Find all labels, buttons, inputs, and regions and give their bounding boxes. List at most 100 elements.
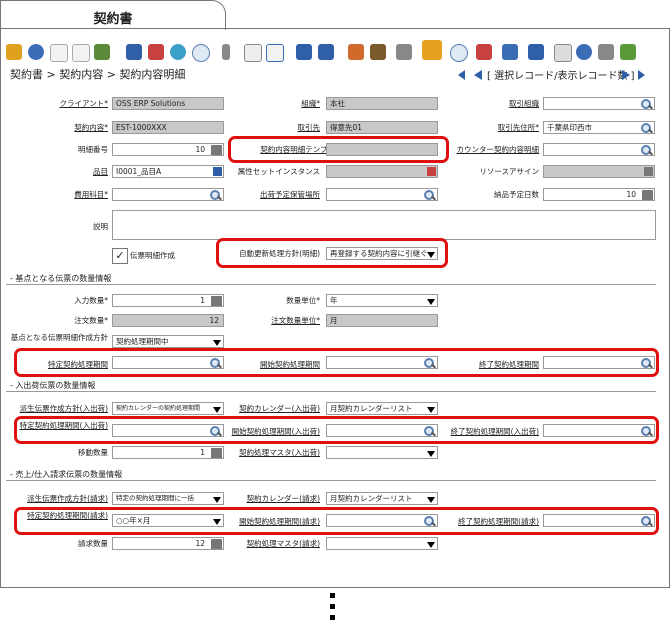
chat-icon[interactable] [244,44,262,62]
highlight-base-periods [14,348,659,377]
warehouse-label: 出荷予定保管場所 [260,190,320,199]
calculator-icon[interactable] [642,190,653,200]
qty-entered-field[interactable]: 1 [112,294,224,307]
uom-label: 数量単位* [286,296,320,305]
refresh-icon[interactable] [170,44,186,60]
partner-loc-field[interactable]: 千葉県印西市 [543,121,655,134]
description-field[interactable] [112,210,656,240]
inv-qty-label: 請求数量 [78,539,108,548]
first-record-icon[interactable] [458,70,465,80]
save-new-icon[interactable] [148,44,164,60]
copy-record-icon[interactable] [72,44,90,62]
counter-line-field[interactable] [543,143,655,156]
uom-ordered-field[interactable]: 月 [326,314,438,327]
exit-icon[interactable] [620,44,636,60]
move-qty-field[interactable]: 1 [112,446,224,459]
search-icon[interactable] [423,189,436,200]
chevron-down-icon[interactable] [425,403,437,414]
section-base-title: - 基点となる伝票の数量情報 [10,274,112,283]
qty-ordered-field[interactable]: 12 [112,314,224,327]
find-icon[interactable] [192,44,210,62]
qty-ordered-label: 注文数量* [74,316,108,325]
warehouse-field[interactable] [326,188,438,201]
inv-derive-policy-label: 派生伝票作成方針(請求) [27,494,108,503]
create-line-checkbox[interactable]: ✓ [112,248,128,264]
move-qty-label: 移動数量 [78,448,108,457]
attachment-icon[interactable] [222,44,230,60]
trade-org-field[interactable] [543,97,655,110]
charge-field[interactable] [112,188,224,201]
report-icon[interactable] [348,44,364,60]
arrow-down-icon[interactable] [318,44,334,60]
search-icon[interactable] [640,98,653,109]
chevron-down-icon[interactable] [211,336,223,347]
archive-icon[interactable] [370,44,386,60]
workflow-icon[interactable] [476,44,492,60]
previous-record-icon[interactable] [474,70,482,80]
chevron-down-icon[interactable] [425,447,437,458]
request-icon[interactable] [502,44,518,60]
delete-icon[interactable] [94,44,110,60]
product-info-icon[interactable] [528,44,544,60]
client-field[interactable]: OSS ERP Solutions [112,97,224,110]
qty-entered-label: 入力数量* [74,296,108,305]
calculator-icon[interactable] [211,145,222,155]
inv-qty-field[interactable]: 12 [112,537,224,550]
chevron-down-icon[interactable] [425,538,437,549]
partner-field[interactable]: 得意先01 [326,121,438,134]
io-master-select[interactable] [326,446,438,459]
lock-icon[interactable] [422,40,442,60]
chevron-down-icon[interactable] [425,295,437,306]
window-tab[interactable]: 契約書 [0,0,226,30]
card-icon[interactable] [554,44,572,62]
resource-icon[interactable] [644,167,653,176]
org-field[interactable]: 本社 [326,97,438,110]
chevron-down-icon[interactable] [425,493,437,504]
inv-master-select[interactable] [326,537,438,550]
search-icon[interactable] [640,122,653,133]
attribute-icon[interactable] [427,167,436,176]
save-icon[interactable] [126,44,142,60]
calculator-icon[interactable] [211,448,222,458]
calculator-icon[interactable] [211,539,222,549]
search-icon[interactable] [209,189,222,200]
search-icon[interactable] [640,144,653,155]
inv-calendar-select[interactable]: 月契約カレンダーリスト [326,492,438,505]
product-label: 品目 [93,167,108,176]
zoom-across-icon[interactable] [450,44,468,62]
section-inv-title: - 売上/仕入請求伝票の数量情報 [10,470,123,479]
io-calendar-select[interactable]: 月契約カレンダーリスト [326,402,438,415]
next-record-icon[interactable] [622,70,630,80]
line-no-field[interactable]: 10 [112,143,224,156]
resource-field[interactable] [543,165,655,178]
product-field[interactable]: I0001_品目A [112,165,224,178]
new-record-icon[interactable] [50,44,68,62]
process-icon[interactable] [598,44,614,60]
uom-select[interactable]: 年 [326,294,438,307]
last-record-icon[interactable] [638,70,645,80]
calculator-icon[interactable] [211,296,222,306]
inv-master-label: 契約処理マスタ(請求) [246,539,320,548]
line-no-label: 明細番号 [78,145,108,154]
charge-label: 費用科目* [74,190,108,199]
lead-days-field[interactable]: 10 [543,188,655,201]
lead-days-label: 納品予定日数 [494,190,539,199]
gear-icon[interactable] [576,44,592,60]
client-label: クライアント* [59,99,108,108]
contract-field[interactable]: EST-1000XXX [112,121,224,134]
grid-toggle-icon[interactable] [266,44,284,62]
divider [6,480,656,481]
io-derive-policy-select[interactable]: 契約カレンダーの契約処理期間 [112,402,224,415]
chevron-down-icon[interactable] [211,403,223,414]
doc-policy-select[interactable]: 契約処理期間中 [112,335,224,348]
attr-set-field[interactable] [326,165,438,178]
uom-ordered-label: 注文数量単位* [271,316,320,325]
inv-derive-policy-select[interactable]: 特定の契約処理期間に一括 [112,492,224,505]
help-icon[interactable] [28,44,44,60]
arrow-up-icon[interactable] [296,44,312,60]
product-info-icon[interactable] [213,167,222,176]
chevron-down-icon[interactable] [211,493,223,504]
print-icon[interactable] [396,44,412,60]
undo-icon[interactable] [6,44,22,60]
window-title: 契約書 [93,12,133,27]
